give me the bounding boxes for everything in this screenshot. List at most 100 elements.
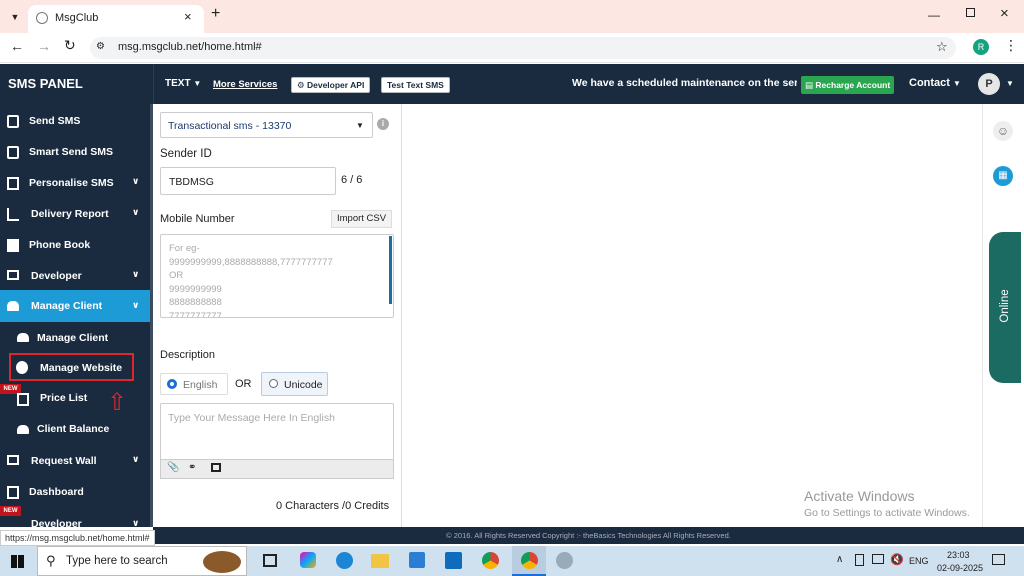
sidebar-item-phone-book[interactable]: Phone Book [0,230,150,261]
english-radio[interactable] [167,379,177,389]
browser-menu-icon[interactable]: ⋮ [1004,37,1018,54]
reload-icon[interactable]: ↻ [64,37,76,54]
message-counter: 0 Characters /0 Credits [276,500,390,512]
person-card-icon [7,177,19,190]
copilot-icon[interactable] [300,552,316,568]
sidebar-item-send-sms[interactable]: Send SMS [0,106,150,137]
or-label: OR [235,378,252,390]
mobile-number-textarea[interactable]: For eg- 9999999999,8888888888,7777777777… [160,234,394,318]
tablet-icon[interactable] [855,554,864,566]
text-menu[interactable]: TEXT ▼ [165,78,201,89]
sidebar-item-delivery-report[interactable]: Delivery Report ∨ [0,199,150,230]
restore-icon[interactable] [966,8,975,17]
site-settings-icon[interactable]: ⚙ [96,41,105,52]
url-field[interactable]: ⚙ msg.msgclub.net/home.html# ☆ [90,37,956,59]
minimize-icon[interactable]: — [928,8,940,22]
language-indicator[interactable]: ENG [909,556,929,566]
chevron-down-icon: ▼ [953,79,961,88]
coconut-icon [203,551,241,573]
mobile-number-label: Mobile Number [160,213,235,225]
import-csv-button[interactable]: Import CSV [331,210,393,228]
windows-start-icon[interactable] [11,555,24,568]
copy-icon[interactable] [211,463,221,472]
notifications-icon[interactable] [992,554,1005,565]
sidebar-item-developer-new[interactable]: Developer ∨ [0,509,150,527]
main-content: Transactional sms - 13370 ▼ i Sender ID … [153,104,982,527]
new-tab-button[interactable]: + [211,5,220,23]
sidebar-subitem-manage-website[interactable]: Manage Website [9,353,134,381]
english-radio-option[interactable]: English [160,373,228,395]
forward-icon[interactable]: → [37,38,51,54]
sender-id-label: Sender ID [160,148,212,160]
online-chat-tab[interactable]: Online [989,232,1021,383]
browser-tab[interactable]: MsgClub × [28,5,204,33]
show-hidden-icons-icon[interactable]: ∧ [836,554,843,565]
info-icon[interactable]: i [377,118,389,130]
sidebar-subitem-client-balance[interactable]: Client Balance [0,415,150,446]
edge-icon[interactable] [336,552,353,569]
unicode-radio-option[interactable]: Unicode [261,372,328,396]
paperclip-icon[interactable]: 📎 [167,462,179,473]
address-bar: ← → ↻ ⚙ msg.msgclub.net/home.html# ☆ R ⋮ [0,33,1024,63]
bookmark-star-icon[interactable]: ☆ [936,39,948,55]
calculator-icon[interactable]: ▦ [993,166,1013,186]
task-view-icon[interactable] [263,554,277,567]
chevron-down-icon: ∨ [132,454,140,464]
sidebar-item-request-wall[interactable]: Request Wall ∨ [0,446,150,477]
route-select[interactable]: Transactional sms - 13370 ▼ [160,112,373,138]
muted-speaker-icon[interactable]: 🔇 [890,553,904,566]
tab-list-dropdown-icon[interactable]: ▼ [6,8,24,26]
sidebar-item-dashboard[interactable]: Dashboard [0,477,150,508]
taskbar-search-box[interactable]: ⚲ Type here to search [37,546,247,576]
document-icon [7,486,19,499]
chevron-down-icon: ∨ [132,518,140,527]
brand-title[interactable]: SMS PANEL [8,76,83,91]
outlook-icon[interactable] [445,552,462,569]
headset-icon[interactable]: ☺ [993,121,1013,141]
contact-menu[interactable]: Contact ▼ [909,77,961,89]
sidebar-item-manage-client[interactable]: Manage Client ∨ [0,290,150,322]
sender-id-field[interactable]: TBDMSG [160,167,336,195]
chrome-profile-taskbar-button[interactable] [512,546,546,576]
recharge-account-button[interactable]: ▤ Recharge Account [801,76,895,94]
activate-windows-subtitle: Go to Settings to activate Windows. [804,507,970,519]
description-label: Description [160,349,216,361]
more-services-link[interactable]: More Services [213,79,277,90]
sidebar-item-smart-send-sms[interactable]: Smart Send SMS [0,137,150,168]
chevron-down-icon: ∨ [132,300,140,310]
status-url-tooltip: https://msg.msgclub.net/home.html# [0,530,155,546]
phone-icon [7,115,19,128]
message-textarea[interactable]: Type Your Message Here In English [160,403,394,460]
profile-avatar[interactable]: R [973,39,989,55]
clock-time[interactable]: 23:03 [947,550,970,560]
store-icon[interactable] [409,552,425,568]
sidebar-item-personalise-sms[interactable]: Personalise SMS ∨ [0,168,150,199]
sidebar: Send SMS Smart Send SMS Personalise SMS … [0,104,153,527]
back-icon[interactable]: ← [10,38,24,54]
developer-api-button[interactable]: ⚙ Developer API [291,77,371,93]
divider [153,64,154,104]
tab-title: MsgClub [55,12,99,24]
monitor-icon [7,455,19,465]
close-window-icon[interactable]: × [1000,5,1009,22]
sidebar-subitem-price-list[interactable]: Price List [0,384,150,415]
chevron-down-icon[interactable]: ▼ [1006,79,1014,88]
chevron-down-icon: ∨ [132,176,140,186]
link-icon[interactable]: ⚭ [188,462,196,473]
send-sms-form: Transactional sms - 13370 ▼ i Sender ID … [153,104,402,527]
clock-date[interactable]: 02-09-2025 [937,563,983,573]
sidebar-subitem-manage-client[interactable]: Manage Client [0,322,150,353]
test-text-sms-button[interactable]: Test Text SMS [381,77,450,93]
textarea-scrollbar[interactable] [389,236,392,304]
user-avatar[interactable]: P [978,73,1000,95]
wallet-icon: ▤ [805,80,816,90]
sidebar-item-developer[interactable]: Developer ∨ [0,261,150,292]
browser-tab-bar: ▼ MsgClub × + — × [0,0,1024,33]
unicode-radio[interactable] [269,379,278,388]
phone-icon [7,146,19,159]
close-tab-icon[interactable]: × [184,9,192,24]
chrome-icon[interactable] [482,552,499,569]
app-icon[interactable] [556,552,573,569]
file-explorer-icon[interactable] [371,554,389,568]
network-icon[interactable] [872,554,884,564]
